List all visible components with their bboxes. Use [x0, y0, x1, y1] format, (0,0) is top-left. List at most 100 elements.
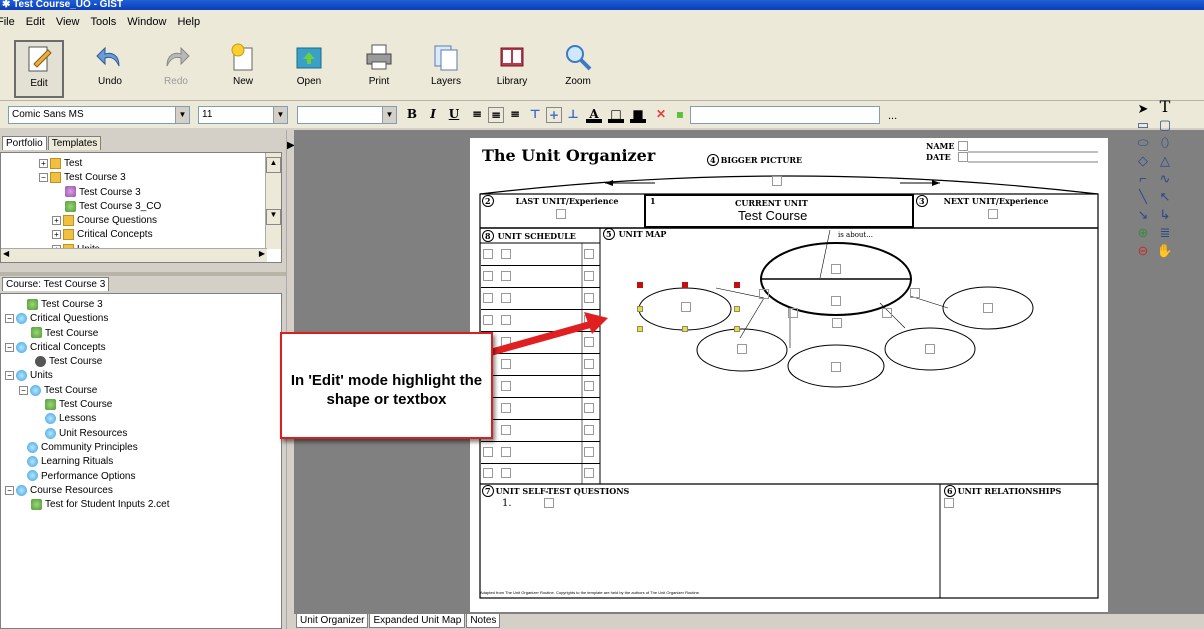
pane-divider[interactable]: [0, 272, 286, 276]
zoom-in-icon[interactable]: ⊕: [1134, 225, 1152, 241]
menu-edit[interactable]: Edit: [22, 10, 49, 28]
map-node-textbox[interactable]: [983, 303, 993, 313]
self-test-textbox[interactable]: [544, 498, 554, 508]
tab-expanded-unit-map[interactable]: Expanded Unit Map: [369, 614, 466, 628]
list-icon[interactable]: ≣: [1156, 225, 1174, 241]
tree-node[interactable]: + Test: [39, 157, 281, 171]
selection-handle[interactable]: [682, 282, 688, 288]
delete-icon[interactable]: ✕: [653, 107, 669, 123]
selection-handle[interactable]: [637, 306, 643, 312]
last-unit-textbox[interactable]: [556, 209, 566, 219]
valign-middle-icon[interactable]: +: [546, 107, 562, 123]
tree-node[interactable]: + Critical Concepts: [39, 228, 281, 242]
valign-top-icon[interactable]: ⊤: [527, 107, 543, 123]
tab-portfolio[interactable]: Portfolio: [2, 136, 47, 150]
more-button[interactable]: ...: [888, 110, 897, 122]
tree-node[interactable]: Community Principles: [15, 441, 281, 455]
fill-color-icon[interactable]: □: [608, 107, 624, 123]
zoom-button[interactable]: Zoom: [553, 40, 603, 98]
scroll-up-icon[interactable]: ▲: [266, 157, 281, 173]
polygon-icon[interactable]: ⌐: [1134, 171, 1152, 187]
library-button[interactable]: Library: [487, 40, 537, 98]
rounded-rectangle-icon[interactable]: ▢: [1156, 117, 1174, 133]
link-textbox[interactable]: [882, 308, 892, 318]
zoom-out-icon[interactable]: ⊖: [1134, 243, 1152, 259]
table-row[interactable]: [481, 398, 600, 420]
tree-node[interactable]: Learning Rituals: [15, 455, 281, 469]
selection-handle[interactable]: [682, 326, 688, 332]
vertical-scrollbar[interactable]: ▲ ▼: [265, 153, 281, 249]
map-node-textbox[interactable]: [925, 344, 935, 354]
horizontal-scrollbar[interactable]: ◀ ▶: [1, 248, 267, 262]
open-button[interactable]: Open: [284, 40, 334, 98]
table-row[interactable]: [481, 244, 600, 266]
tree-node[interactable]: Test Course: [15, 398, 281, 412]
tree-node[interactable]: Unit Resources: [15, 427, 281, 441]
tree-node[interactable]: Test Course 3_CO: [39, 200, 281, 214]
hand-pan-icon[interactable]: ✋: [1156, 243, 1174, 259]
tree-node[interactable]: Test Course: [15, 355, 281, 369]
edit-button[interactable]: Edit: [14, 40, 64, 98]
bigger-picture-textbox[interactable]: [772, 176, 782, 186]
current-unit-textbox[interactable]: Test Course: [738, 208, 807, 223]
tree-node[interactable]: − Test Course 3: [39, 171, 281, 185]
scroll-left-icon[interactable]: ◀: [3, 249, 9, 258]
align-right-icon[interactable]: ≡: [507, 107, 523, 123]
table-row[interactable]: [481, 376, 600, 398]
tab-course[interactable]: Course: Test Course 3: [2, 277, 110, 291]
map-node-textbox[interactable]: [737, 344, 747, 354]
tree-node[interactable]: Test Course 3: [15, 298, 281, 312]
italic-icon[interactable]: I: [425, 107, 441, 123]
tree-node[interactable]: − Test Course: [15, 384, 281, 398]
tree-node[interactable]: + Course Questions: [39, 214, 281, 228]
link-textbox[interactable]: [910, 288, 920, 298]
tree-node[interactable]: Performance Options: [15, 470, 281, 484]
menu-tools[interactable]: Tools: [87, 10, 121, 28]
selection-handle[interactable]: [637, 282, 643, 288]
oval-icon[interactable]: ⬯: [1156, 135, 1174, 151]
valign-bottom-icon[interactable]: ⊥: [565, 107, 581, 123]
font-family-select[interactable]: Comic Sans MS ▼: [8, 106, 190, 124]
scroll-down-icon[interactable]: ▼: [266, 209, 281, 225]
tree-node[interactable]: − Course Resources: [5, 484, 281, 498]
text-tool-icon[interactable]: T: [1156, 99, 1174, 115]
scroll-right-icon[interactable]: ▶: [259, 249, 265, 258]
triangle-icon[interactable]: △: [1156, 153, 1174, 169]
selection-handle[interactable]: [734, 326, 740, 332]
name-textbox[interactable]: [958, 141, 968, 151]
link-textbox[interactable]: [832, 318, 842, 328]
tree-node[interactable]: − Critical Questions: [5, 312, 281, 326]
freehand-icon[interactable]: ∿: [1156, 171, 1174, 187]
tree-node[interactable]: Lessons: [15, 412, 281, 426]
table-row[interactable]: [481, 464, 600, 483]
line-icon[interactable]: ╲: [1134, 189, 1152, 205]
ellipse-icon[interactable]: ⬭: [1134, 135, 1152, 151]
line-color-icon[interactable]: ■: [630, 107, 646, 123]
redo-button[interactable]: Redo: [151, 40, 201, 98]
main-idea-lower-textbox[interactable]: [831, 296, 841, 306]
selection-handle[interactable]: [637, 326, 643, 332]
text-color-icon[interactable]: A: [586, 107, 602, 123]
menu-view[interactable]: View: [52, 10, 84, 28]
link-textbox[interactable]: [759, 289, 769, 299]
new-button[interactable]: New: [218, 40, 268, 98]
layers-button[interactable]: Layers: [421, 40, 471, 98]
underline-icon[interactable]: U: [446, 107, 462, 123]
tree-node[interactable]: − Units: [5, 369, 281, 383]
selection-handle[interactable]: [734, 282, 740, 288]
tree-node[interactable]: Test Course: [15, 327, 281, 341]
tree-node[interactable]: Test for Student Inputs 2.cet: [15, 498, 281, 512]
pointer-icon[interactable]: ➤: [1134, 101, 1152, 117]
table-row[interactable]: [481, 442, 600, 464]
date-textbox[interactable]: [958, 152, 968, 162]
bold-icon[interactable]: B: [404, 107, 420, 123]
tree-node[interactable]: Test Course 3: [39, 186, 281, 200]
menu-help[interactable]: Help: [173, 10, 204, 28]
relationships-textbox[interactable]: [944, 498, 954, 508]
rectangle-icon[interactable]: ▭: [1134, 117, 1152, 133]
print-button[interactable]: Print: [354, 40, 404, 98]
connector-icon[interactable]: ↘: [1134, 207, 1152, 223]
style-select[interactable]: ▼: [297, 106, 397, 124]
table-row[interactable]: [481, 266, 600, 288]
map-node-textbox[interactable]: [681, 302, 691, 312]
